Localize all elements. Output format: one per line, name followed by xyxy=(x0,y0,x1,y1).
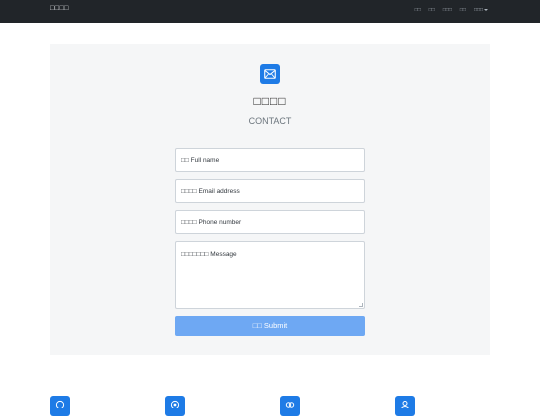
nav-link-3[interactable]: □□□ xyxy=(443,7,452,13)
chat-icon xyxy=(50,396,70,416)
resize-handle-icon[interactable] xyxy=(359,303,363,307)
users-icon xyxy=(280,396,300,416)
email-placeholder: □□□□ Email address xyxy=(181,188,240,195)
envelope-icon xyxy=(260,64,280,84)
message-textarea[interactable]: □□□□□□□ Message xyxy=(175,241,365,309)
submit-button[interactable]: □□ Submit xyxy=(175,316,365,336)
email-field[interactable]: □□□□ Email address xyxy=(175,179,365,203)
message-placeholder: □□□□□□□ Message xyxy=(181,251,237,258)
phone-placeholder: □□□□ Phone number xyxy=(181,219,242,226)
contact-panel: □□□□ CONTACT □□ Full name □□□□ Email add… xyxy=(50,44,490,355)
contact-subheading: CONTACT xyxy=(248,116,292,126)
caret-down-icon xyxy=(484,8,488,11)
nav-link-1[interactable]: □□ xyxy=(415,7,421,13)
top-navbar: □□□□ □□ □□ □□□ □□ □□□ xyxy=(0,0,540,23)
location-icon xyxy=(165,396,185,416)
nav-link-4[interactable]: □□ xyxy=(460,7,466,13)
nav-dropdown-label: □□□ xyxy=(473,7,483,13)
full-name-placeholder: □□ Full name xyxy=(181,157,220,164)
nav-links: □□ □□ □□□ □□ □□□ xyxy=(415,7,488,13)
nav-link-2[interactable]: □□ xyxy=(429,7,435,13)
person-icon xyxy=(395,396,415,416)
nav-dropdown[interactable]: □□□ xyxy=(474,7,488,13)
site-brand[interactable]: □□□□ xyxy=(50,5,69,12)
full-name-field[interactable]: □□ Full name xyxy=(175,148,365,172)
contact-heading: □□□□ xyxy=(253,94,287,108)
phone-field[interactable]: □□□□ Phone number xyxy=(175,210,365,234)
